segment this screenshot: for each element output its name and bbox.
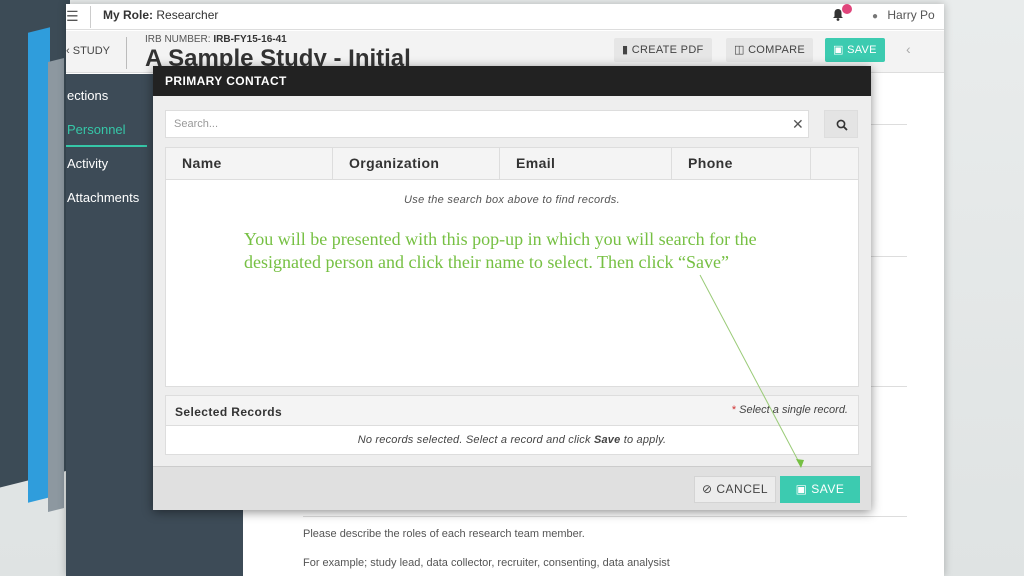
role-indicator[interactable]: My Role: Researcher	[103, 8, 218, 22]
chevron-left-icon[interactable]: ‹	[906, 41, 911, 57]
compare-button[interactable]: ◫ COMPARE	[726, 38, 813, 62]
document-icon: ▮	[622, 44, 629, 56]
modal-footer: ⊘ CANCEL ▣ SAVE	[153, 466, 871, 510]
decor-band-blue	[28, 27, 50, 503]
active-indicator	[66, 145, 147, 147]
create-pdf-label: CREATE PDF	[631, 44, 704, 56]
selected-records-panel: Selected Records * Select a single recor…	[165, 395, 859, 455]
save-label: SAVE	[811, 482, 845, 496]
divider	[303, 516, 907, 517]
cancel-icon: ⊘	[701, 482, 713, 496]
user-menu[interactable]: ● Harry Po	[872, 8, 935, 22]
column-header-name[interactable]: Name	[166, 148, 333, 179]
modal-title: PRIMARY CONTACT	[153, 66, 871, 96]
search-button[interactable]	[824, 110, 858, 138]
user-name: Harry Po	[887, 8, 935, 22]
top-bar: ☰ My Role: Researcher ● Harry Po	[66, 4, 944, 30]
divider	[126, 37, 127, 69]
tutorial-annotation: You will be presented with this pop-up i…	[244, 229, 757, 272]
back-label: STUDY	[72, 45, 111, 57]
no-selection-message: No records selected. Select a record and…	[166, 434, 858, 446]
user-icon: ●	[872, 11, 879, 22]
hamburger-menu-icon[interactable]: ☰	[66, 8, 80, 25]
required-mark: *	[731, 404, 737, 416]
roles-description: Please describe the roles of each resear…	[303, 528, 585, 540]
selected-records-header: Selected Records * Select a single recor…	[166, 396, 858, 426]
notification-badge	[842, 4, 852, 14]
back-to-study-link[interactable]: ‹ STUDY	[66, 45, 110, 57]
cancel-label: CANCEL	[716, 482, 769, 496]
no-selection-text-bold: Save	[593, 434, 621, 446]
no-selection-text-pre: No records selected. Select a record and…	[357, 434, 591, 446]
column-header-phone[interactable]: Phone	[672, 148, 811, 179]
column-header-organization[interactable]: Organization	[333, 148, 500, 179]
compare-icon: ◫	[734, 44, 745, 56]
role-value: Researcher	[156, 8, 219, 22]
no-selection-text-post: to apply.	[623, 434, 667, 446]
primary-contact-modal: PRIMARY CONTACT ✕ Name Organization Emai…	[153, 66, 871, 510]
search-input[interactable]	[166, 111, 786, 137]
slide-decoration	[0, 0, 70, 576]
save-button[interactable]: ▣ SAVE	[780, 476, 860, 503]
search-box: ✕	[165, 110, 809, 138]
search-icon	[836, 119, 848, 131]
irb-number: IRB NUMBER: IRB-FY15-16-41	[145, 34, 287, 45]
irb-label: IRB NUMBER:	[145, 34, 211, 45]
selection-hint-text: Select a single record.	[739, 404, 848, 416]
roles-example: For example; study lead, data collector,…	[303, 557, 670, 569]
role-label: My Role:	[103, 8, 154, 22]
create-pdf-button[interactable]: ▮ CREATE PDF	[614, 38, 712, 62]
decor-band-grey	[48, 58, 64, 512]
floppy-disk-icon: ▣	[833, 44, 844, 56]
selected-records-title: Selected Records	[175, 405, 283, 419]
divider	[90, 6, 91, 28]
close-icon[interactable]: ✕	[792, 116, 804, 133]
table-header: Name Organization Email Phone	[166, 148, 858, 180]
cancel-button[interactable]: ⊘ CANCEL	[694, 476, 776, 503]
irb-value: IRB-FY15-16-41	[213, 34, 287, 45]
header-save-label: SAVE	[847, 44, 877, 56]
empty-records-message: Use the search box above to find records…	[404, 194, 620, 206]
floppy-disk-icon: ▣	[795, 482, 808, 496]
compare-label: COMPARE	[748, 44, 805, 56]
column-header-email[interactable]: Email	[500, 148, 672, 179]
records-table: Name Organization Email Phone Use the se…	[165, 147, 859, 387]
selection-hint: * Select a single record.	[732, 404, 848, 416]
chevron-left-icon: ‹	[66, 45, 70, 57]
header-save-button[interactable]: ▣ SAVE	[825, 38, 885, 62]
